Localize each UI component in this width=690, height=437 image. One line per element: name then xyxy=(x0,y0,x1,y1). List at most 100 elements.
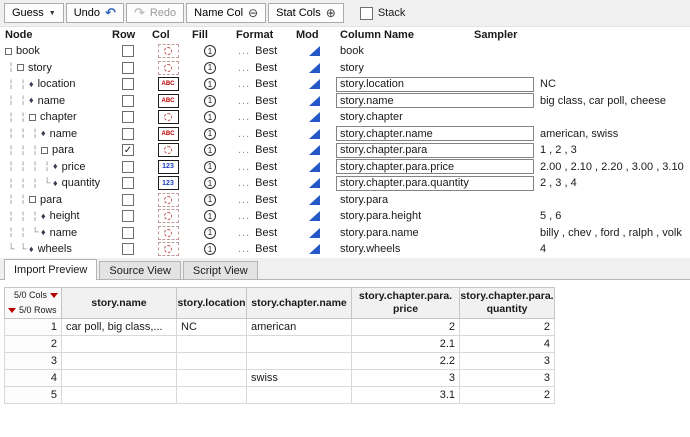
expand-box-icon[interactable] xyxy=(5,48,12,55)
row-number[interactable]: 2 xyxy=(4,336,62,353)
preview-cell[interactable] xyxy=(62,353,177,370)
modeling-type-icon[interactable] xyxy=(309,145,320,155)
columns-menu-icon[interactable] xyxy=(50,293,58,298)
preview-cell[interactable]: swiss xyxy=(247,370,352,387)
row-checkbox[interactable] xyxy=(122,128,134,140)
name-col-button[interactable]: Name Col ⊖ xyxy=(186,3,266,23)
preview-cell[interactable] xyxy=(247,387,352,404)
row-checkbox[interactable] xyxy=(122,111,134,123)
row-checkbox[interactable] xyxy=(122,210,134,222)
row-checkbox[interactable] xyxy=(122,161,134,173)
preview-cell[interactable] xyxy=(62,370,177,387)
row-checkbox[interactable] xyxy=(122,194,134,206)
preview-cell[interactable] xyxy=(62,387,177,404)
row-checkbox[interactable] xyxy=(122,62,134,74)
preview-cell[interactable]: american xyxy=(247,319,352,336)
redo-button[interactable]: ↷ Redo xyxy=(126,3,184,23)
format-cell[interactable]: ...Best xyxy=(232,111,292,123)
column-name-input[interactable] xyxy=(336,159,534,174)
format-cell[interactable]: ...Best xyxy=(232,144,292,156)
stat-cols-button[interactable]: Stat Cols ⊕ xyxy=(268,3,344,23)
preview-cell[interactable]: 2.2 xyxy=(352,353,460,370)
row-number[interactable]: 1 xyxy=(4,319,62,336)
column-name-input[interactable] xyxy=(336,126,534,141)
modeling-type-icon[interactable] xyxy=(309,96,320,106)
preview-cell[interactable]: 3 xyxy=(352,370,460,387)
preview-cell[interactable]: car poll, big class,... xyxy=(62,319,177,336)
fill-count-icon[interactable]: 1 xyxy=(204,62,216,74)
modeling-type-icon[interactable] xyxy=(309,162,320,172)
expand-box-icon[interactable] xyxy=(29,114,36,121)
row-checkbox[interactable] xyxy=(122,95,134,107)
modeling-type-icon[interactable] xyxy=(309,46,320,56)
format-cell[interactable]: ...Best xyxy=(232,177,292,189)
fill-count-icon[interactable]: 1 xyxy=(204,210,216,222)
fill-count-icon[interactable]: 1 xyxy=(204,128,216,140)
fill-count-icon[interactable]: 1 xyxy=(204,95,216,107)
format-cell[interactable]: ...Best xyxy=(232,45,292,57)
expand-box-icon[interactable] xyxy=(41,147,48,154)
fill-count-icon[interactable]: 1 xyxy=(204,45,216,57)
preview-cell[interactable] xyxy=(177,353,247,370)
modeling-type-icon[interactable] xyxy=(309,79,320,89)
format-cell[interactable]: ...Best xyxy=(232,194,292,206)
rows-menu-icon[interactable] xyxy=(8,308,16,313)
column-name-input[interactable] xyxy=(336,93,534,108)
row-checkbox[interactable] xyxy=(122,243,134,255)
col-toggle-icon[interactable] xyxy=(158,143,179,157)
modeling-type-icon[interactable] xyxy=(309,63,320,73)
preview-cell[interactable]: 2.1 xyxy=(352,336,460,353)
preview-cell[interactable] xyxy=(247,336,352,353)
modeling-type-icon[interactable] xyxy=(309,178,320,188)
expand-box-icon[interactable] xyxy=(29,196,36,203)
undo-button[interactable]: Undo ↶ xyxy=(66,3,124,23)
row-number[interactable]: 4 xyxy=(4,370,62,387)
col-toggle-icon[interactable] xyxy=(158,44,179,58)
column-header-story-chapter-name[interactable]: story.chapter.name xyxy=(247,287,352,319)
stack-checkbox[interactable] xyxy=(360,7,373,20)
format-cell[interactable]: ...Best xyxy=(232,62,292,74)
tab-script-view[interactable]: Script View xyxy=(183,261,258,279)
fill-count-icon[interactable]: 1 xyxy=(204,144,216,156)
format-cell[interactable]: ...Best xyxy=(232,210,292,222)
preview-cell[interactable]: 3.1 xyxy=(352,387,460,404)
format-cell[interactable]: ...Best xyxy=(232,95,292,107)
format-cell[interactable]: ...Best xyxy=(232,78,292,90)
fill-count-icon[interactable]: 1 xyxy=(204,111,216,123)
preview-cell[interactable]: 4 xyxy=(460,336,555,353)
expand-box-icon[interactable] xyxy=(17,64,24,71)
row-checkbox[interactable] xyxy=(122,78,134,90)
fill-count-icon[interactable]: 1 xyxy=(204,177,216,189)
tab-source-view[interactable]: Source View xyxy=(99,261,181,279)
column-name-input[interactable] xyxy=(336,77,534,92)
col-toggle-icon[interactable] xyxy=(158,209,179,223)
modeling-type-icon[interactable] xyxy=(309,228,320,238)
rows-badge[interactable]: 5/0 Rows xyxy=(8,305,58,316)
fill-count-icon[interactable]: 1 xyxy=(204,243,216,255)
fill-count-icon[interactable]: 1 xyxy=(204,227,216,239)
col-toggle-icon[interactable]: ABC xyxy=(158,94,179,108)
col-toggle-icon[interactable] xyxy=(158,110,179,124)
modeling-type-icon[interactable] xyxy=(309,195,320,205)
column-header-story-location[interactable]: story.location xyxy=(177,287,247,319)
preview-cell[interactable] xyxy=(177,336,247,353)
preview-cell[interactable]: NC xyxy=(177,319,247,336)
preview-cell[interactable] xyxy=(177,370,247,387)
column-name-input[interactable] xyxy=(336,143,534,158)
column-header-story-name[interactable]: story.name xyxy=(62,287,177,319)
format-cell[interactable]: ...Best xyxy=(232,243,292,255)
column-header-price[interactable]: story.chapter.para. price xyxy=(352,287,460,319)
col-toggle-icon[interactable] xyxy=(158,193,179,207)
fill-count-icon[interactable]: 1 xyxy=(204,78,216,90)
modeling-type-icon[interactable] xyxy=(309,129,320,139)
preview-cell[interactable]: 3 xyxy=(460,353,555,370)
guess-button[interactable]: Guess ▼ xyxy=(4,3,64,23)
col-toggle-icon[interactable]: 123 xyxy=(158,176,179,190)
row-number[interactable]: 3 xyxy=(4,353,62,370)
format-cell[interactable]: ...Best xyxy=(232,128,292,140)
columns-badge[interactable]: 5/0 Cols xyxy=(8,290,58,301)
preview-cell[interactable]: 2 xyxy=(352,319,460,336)
preview-cell[interactable]: 3 xyxy=(460,370,555,387)
row-checkbox[interactable] xyxy=(122,227,134,239)
col-toggle-icon[interactable]: ABC xyxy=(158,127,179,141)
